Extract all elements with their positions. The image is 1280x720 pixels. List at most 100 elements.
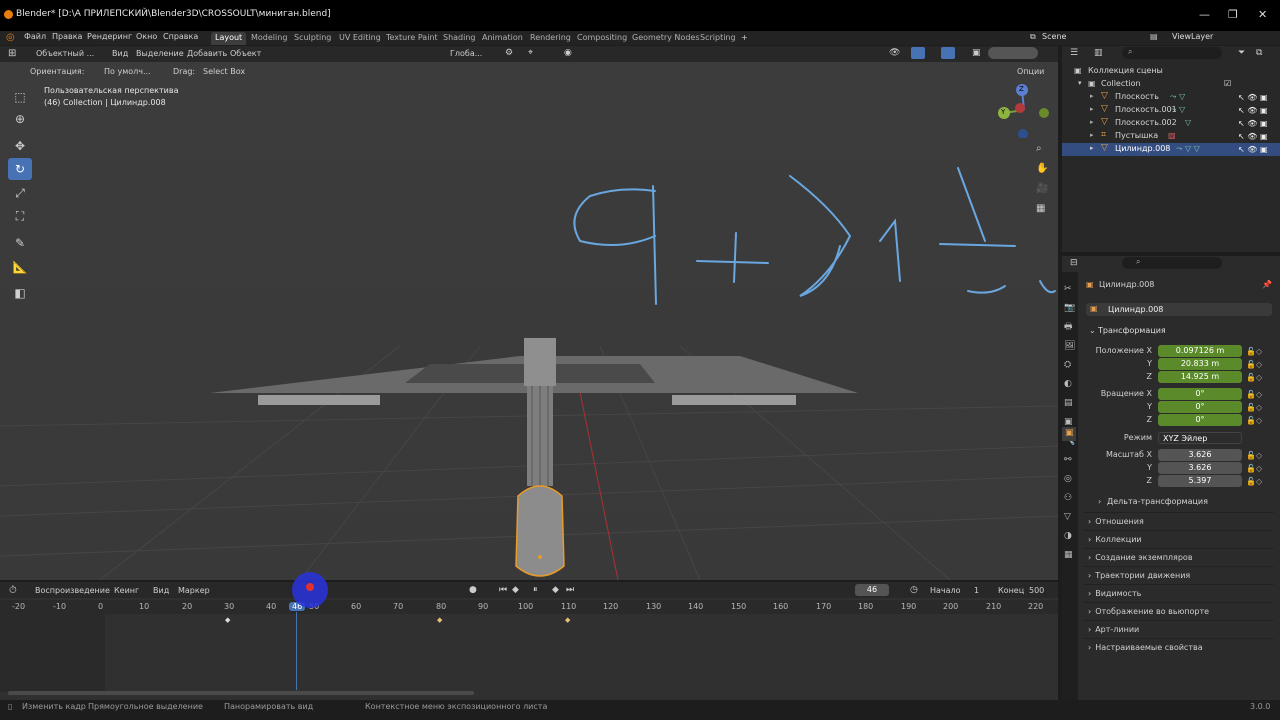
- transform-expand-icon[interactable]: ⌄: [1089, 326, 1096, 335]
- panel-collections[interactable]: › Коллекции: [1084, 530, 1274, 546]
- camera-icon[interactable]: 🎥: [1036, 183, 1048, 194]
- rotation-mode-dropdown[interactable]: XYZ Эйлер: [1158, 432, 1242, 444]
- drag-dropdown[interactable]: Select Box: [203, 67, 245, 76]
- pivot-icon[interactable]: ⚙: [505, 48, 513, 58]
- 3d-viewport[interactable]: [0, 46, 1058, 580]
- expand-arrow-icon[interactable]: ▸: [1090, 144, 1094, 152]
- property-tab-icons[interactable]: ✂ 📷 🖶 🖼 ⛭ ◐ ▤ ▣ 🔧 ⚯ ◎ ⚇ ▽ ◑ ▦: [1064, 280, 1076, 565]
- orientation-dropdown[interactable]: По умолч...: [104, 67, 151, 76]
- tab-shading[interactable]: Shading: [439, 32, 480, 45]
- panel-visibility[interactable]: › Видимость: [1084, 584, 1274, 600]
- pin-icon[interactable]: 📌: [1262, 280, 1272, 289]
- jump-end-icon[interactable]: ⏭: [566, 585, 574, 595]
- menu-help[interactable]: Справка: [163, 32, 198, 41]
- transform-tool-icon[interactable]: ⛶: [8, 205, 32, 227]
- panel-motion-paths[interactable]: › Траектории движения: [1084, 566, 1274, 582]
- rotation-x-field[interactable]: 0°: [1158, 388, 1242, 400]
- expand-arrow-icon[interactable]: ▸: [1090, 131, 1094, 139]
- location-z-field[interactable]: 14.925 m: [1158, 371, 1242, 383]
- jump-start-icon[interactable]: ⏮: [499, 585, 507, 595]
- lock-keyframe-icons[interactable]: 🔓◇ 🔓◇ 🔓◇: [1246, 388, 1262, 427]
- lock-keyframe-icons[interactable]: 🔓◇ 🔓◇ 🔓◇: [1246, 449, 1262, 488]
- tab-compositing[interactable]: Compositing: [573, 32, 631, 45]
- keyframe[interactable]: ◆: [437, 616, 442, 624]
- timeline-editor-icon[interactable]: ⏱: [9, 585, 17, 596]
- timeline-scrollbar[interactable]: [8, 691, 474, 695]
- annotate-tool-icon[interactable]: ✎: [8, 232, 32, 254]
- grid-view-icon[interactable]: ▦: [1036, 203, 1045, 214]
- minimize-button[interactable]: —: [1199, 8, 1210, 21]
- tab-geometry-nodes[interactable]: Geometry Nodes: [628, 32, 703, 45]
- playhead-line[interactable]: [296, 612, 297, 690]
- panel-relations[interactable]: › Отношения: [1084, 512, 1274, 528]
- object-name-input[interactable]: Цилиндр.008: [1108, 305, 1163, 314]
- xray-icon[interactable]: ▣: [972, 48, 981, 58]
- outliner-editor-icon[interactable]: ☰: [1070, 48, 1078, 58]
- location-x-field[interactable]: 0.097126 m: [1158, 345, 1242, 357]
- snap-icon[interactable]: ⌖: [528, 48, 533, 58]
- menu-edit[interactable]: Правка: [52, 32, 82, 41]
- add-workspace-button[interactable]: +: [737, 32, 752, 45]
- gizmo-toggle-icon[interactable]: [911, 47, 925, 59]
- proportional-edit-icon[interactable]: ◉: [564, 48, 572, 58]
- editor-type-icon[interactable]: ⊞: [8, 48, 16, 59]
- close-button[interactable]: ✕: [1258, 8, 1267, 21]
- transform-panel-title[interactable]: Трансформация: [1098, 326, 1166, 335]
- current-frame-field[interactable]: 46: [855, 584, 889, 596]
- add-cube-tool-icon[interactable]: ◧: [8, 282, 32, 304]
- pan-hand-icon[interactable]: ✋: [1036, 163, 1048, 174]
- scene-selector[interactable]: Scene: [1042, 32, 1066, 41]
- panel-line-art[interactable]: › Арт-линии: [1084, 620, 1274, 636]
- tab-animation[interactable]: Animation: [478, 32, 527, 45]
- properties-editor-icon[interactable]: ⊟: [1070, 258, 1078, 268]
- end-field[interactable]: 500: [1029, 586, 1044, 595]
- tab-modeling[interactable]: Modeling: [247, 32, 291, 45]
- menu-object[interactable]: Объект: [230, 49, 261, 58]
- move-tool-icon[interactable]: ✥: [8, 135, 32, 157]
- expand-chevron-icon[interactable]: ▾: [1078, 79, 1082, 87]
- location-y-field[interactable]: 20.833 m: [1158, 358, 1242, 370]
- outliner-search-input[interactable]: [1122, 47, 1222, 59]
- scale-tool-icon[interactable]: ⤢: [8, 182, 32, 204]
- tab-sculpting[interactable]: Sculpting: [290, 32, 335, 45]
- overlay-toggle-icon[interactable]: [941, 47, 955, 59]
- scale-x-field[interactable]: 3.626: [1158, 449, 1242, 461]
- cursor-tool-icon[interactable]: ⊕: [8, 108, 32, 130]
- rotation-z-field[interactable]: 0°: [1158, 414, 1242, 426]
- tab-uv-editing[interactable]: UV Editing: [335, 32, 385, 45]
- next-keyframe-icon[interactable]: ◆: [552, 585, 559, 595]
- display-mode-icon[interactable]: ▥: [1094, 48, 1103, 58]
- options-dropdown[interactable]: Опции: [1017, 67, 1044, 76]
- tab-layout[interactable]: Layout: [211, 32, 247, 45]
- menu-select[interactable]: Выделение: [136, 49, 184, 58]
- prev-keyframe-icon[interactable]: ◆: [512, 585, 519, 595]
- panel-custom-properties[interactable]: › Настраиваемые свойства: [1084, 638, 1274, 654]
- keyframe[interactable]: ◆: [565, 616, 570, 624]
- scale-y-field[interactable]: 3.626: [1158, 462, 1242, 474]
- pause-icon[interactable]: ⏸: [533, 585, 538, 595]
- rotation-y-field[interactable]: 0°: [1158, 401, 1242, 413]
- tab-rendering[interactable]: Rendering: [526, 32, 575, 45]
- playback-menu[interactable]: Воспроизведение: [35, 586, 110, 595]
- select-box-tool-icon[interactable]: ⬚: [8, 86, 32, 108]
- zoom-icon[interactable]: ⌕: [1036, 143, 1042, 154]
- menu-window[interactable]: Окно: [136, 32, 157, 41]
- keyframe[interactable]: ◆: [225, 616, 230, 624]
- menu-add[interactable]: Добавить: [187, 49, 227, 58]
- start-field[interactable]: 1: [974, 586, 979, 595]
- scale-z-field[interactable]: 5.397: [1158, 475, 1242, 487]
- rotate-tool-icon[interactable]: ↻: [8, 158, 32, 180]
- marker-menu[interactable]: Маркер: [178, 586, 210, 595]
- maximize-button[interactable]: ❐: [1228, 8, 1238, 21]
- transform-orientation-dropdown[interactable]: Глоба...: [450, 49, 482, 58]
- delta-expand-icon[interactable]: ›: [1098, 497, 1101, 506]
- blender-menu-icon[interactable]: ◎: [6, 32, 15, 43]
- keying-menu[interactable]: Кеинг: [114, 586, 139, 595]
- object-mode-dropdown[interactable]: Объектный ...: [36, 49, 94, 58]
- visibility-icon[interactable]: 👁: [889, 48, 900, 58]
- expand-arrow-icon[interactable]: ▸: [1090, 92, 1094, 100]
- menu-render[interactable]: Рендеринг: [87, 32, 132, 41]
- panel-viewport-display[interactable]: › Отображение во вьюпорте: [1084, 602, 1274, 618]
- menu-file[interactable]: Файл: [24, 32, 46, 41]
- menu-view[interactable]: Вид: [112, 49, 128, 58]
